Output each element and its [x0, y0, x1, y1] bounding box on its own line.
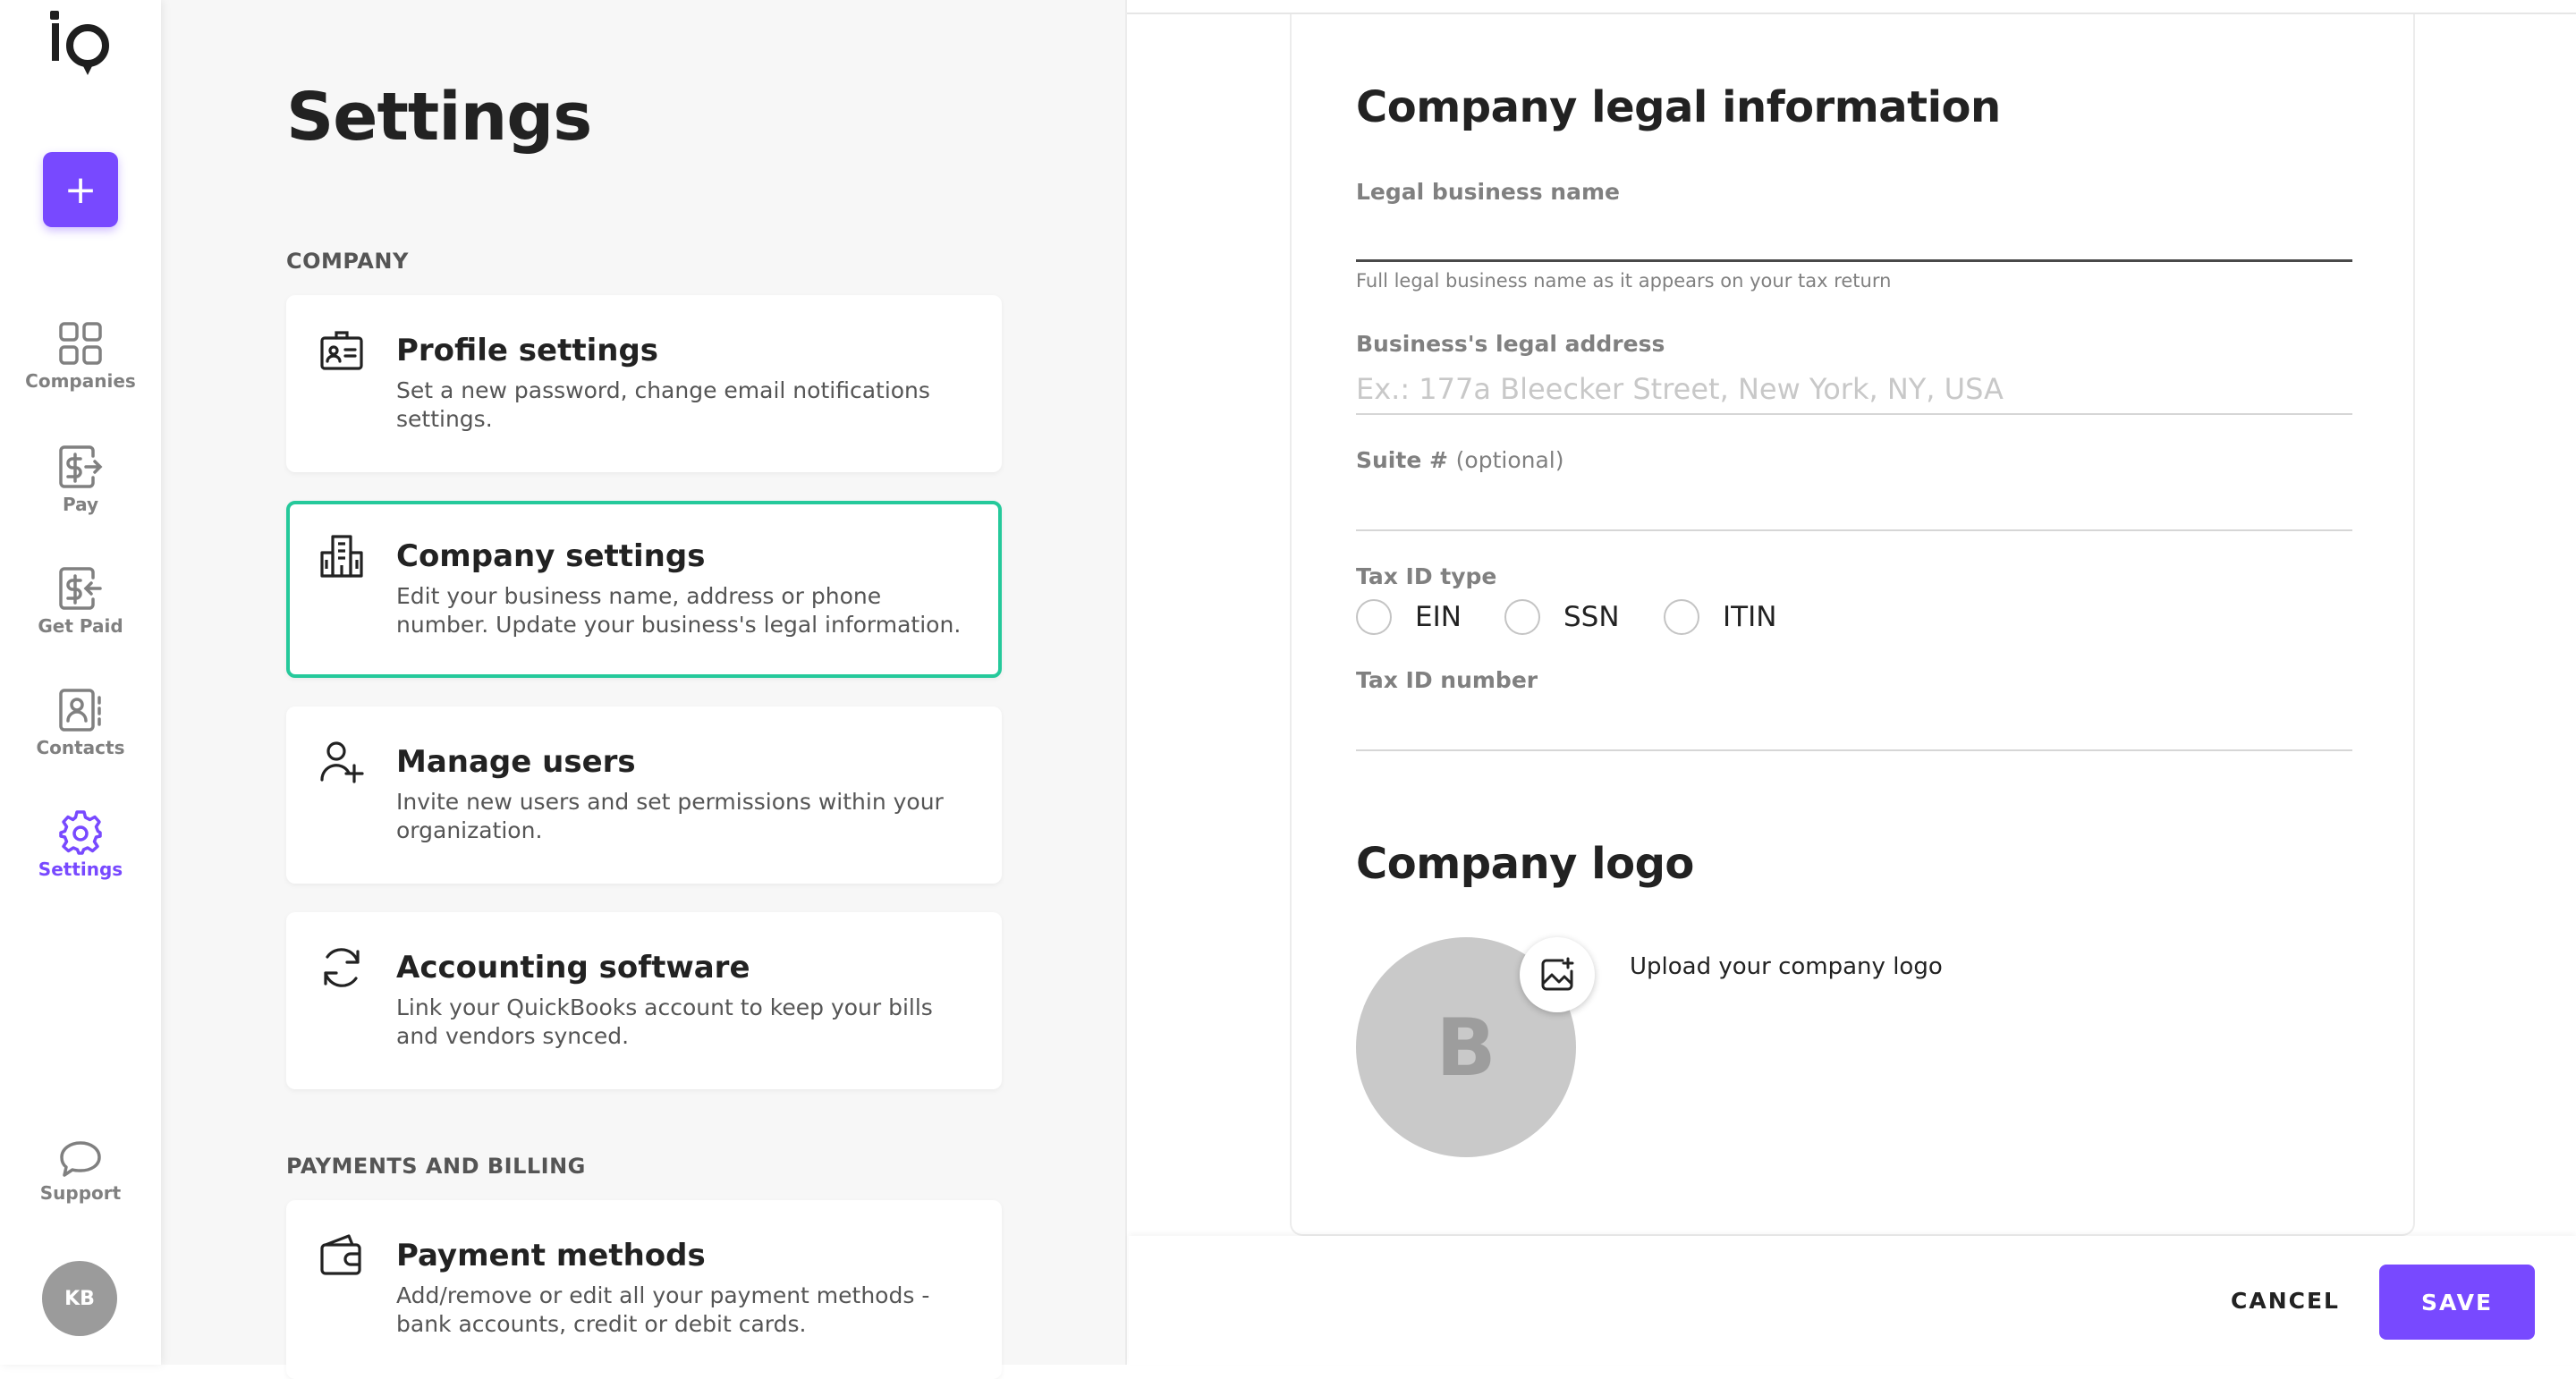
- nav-item-companies[interactable]: Companies: [0, 320, 161, 392]
- upload-logo-text: Upload your company logo: [1630, 953, 1943, 980]
- nav-item-get-paid[interactable]: Get Paid: [0, 565, 161, 637]
- radio-label: SSN: [1563, 601, 1620, 633]
- nav-item-pay[interactable]: Pay: [0, 444, 161, 515]
- nav-label-get-paid: Get Paid: [38, 615, 123, 637]
- section-label-company: COMPANY: [286, 249, 409, 274]
- card-description: Set a new password, change email notific…: [396, 377, 930, 432]
- address-input[interactable]: [1356, 367, 2352, 411]
- card-title: Accounting software: [396, 950, 750, 986]
- company-legal-form: Company legal information Legal business…: [1290, 14, 2415, 1236]
- card-title: Payment methods: [396, 1238, 706, 1273]
- left-navigation: + Companies Pay Get Paid Contacts Settin…: [0, 0, 161, 1365]
- suite-optional-text: (optional): [1455, 447, 1564, 473]
- legal-name-label: Legal business name: [1356, 179, 1620, 205]
- save-button[interactable]: SAVE: [2379, 1265, 2535, 1340]
- address-underline: [1356, 413, 2352, 415]
- tax-id-number-label: Tax ID number: [1356, 667, 1538, 693]
- logo-initial: B: [1436, 1001, 1496, 1094]
- nav-item-contacts[interactable]: Contacts: [0, 687, 161, 758]
- cancel-button[interactable]: CANCEL: [2213, 1275, 2358, 1325]
- radio-circle[interactable]: [1664, 599, 1699, 635]
- nav-label-support: Support: [39, 1182, 122, 1204]
- radio-label: EIN: [1415, 601, 1462, 633]
- settings-card-payment-methods[interactable]: Payment methods Add/remove or edit all y…: [286, 1200, 1002, 1379]
- settings-card-profile[interactable]: Profile settings Set a new password, cha…: [286, 295, 1002, 472]
- radio-ssn[interactable]: SSN: [1504, 599, 1620, 635]
- avatar-initials: KB: [64, 1287, 95, 1310]
- chat-bubble-icon: [60, 1141, 101, 1177]
- settings-menu: Settings COMPANY Profile settings Set a …: [161, 0, 1127, 1379]
- dollar-receive-icon: [59, 567, 102, 610]
- card-title: Profile settings: [396, 333, 659, 368]
- card-description: Link your QuickBooks account to keep you…: [396, 994, 933, 1049]
- section-label-payments: PAYMENTS AND BILLING: [286, 1154, 586, 1179]
- radio-circle[interactable]: [1504, 599, 1540, 635]
- nav-item-settings[interactable]: Settings: [0, 808, 161, 880]
- contact-book-icon: [59, 689, 101, 732]
- nav-label-contacts: Contacts: [36, 737, 125, 758]
- radio-ein[interactable]: EIN: [1356, 599, 1462, 635]
- card-description: Invite new users and set permissions wit…: [396, 789, 944, 843]
- suite-underline: [1356, 529, 2352, 531]
- nav-label-companies: Companies: [25, 370, 136, 392]
- tax-id-number-underline: [1356, 749, 2352, 751]
- nav-label-settings: Settings: [38, 859, 123, 880]
- card-title: Manage users: [396, 744, 636, 780]
- settings-card-company[interactable]: Company settings Edit your business name…: [286, 501, 1002, 678]
- settings-card-accounting[interactable]: Accounting software Link your QuickBooks…: [286, 912, 1002, 1089]
- new-button[interactable]: +: [43, 152, 118, 227]
- sync-icon: [324, 948, 360, 987]
- nav-label-pay: Pay: [62, 494, 99, 515]
- legal-name-helper: Full legal business name as it appears o…: [1356, 270, 1892, 292]
- nav-item-support[interactable]: Support: [0, 1139, 161, 1204]
- grid-icon: [59, 322, 102, 365]
- radio-label: ITIN: [1723, 601, 1777, 633]
- add-image-icon: [1541, 957, 1574, 991]
- io-logo[interactable]: [45, 7, 120, 82]
- tax-id-number-input[interactable]: [1356, 703, 2352, 748]
- suite-label: Suite # (optional): [1356, 447, 1563, 473]
- form-title: Company legal information: [1356, 82, 2001, 132]
- form-footer: CANCEL SAVE: [1129, 1236, 2576, 1365]
- id-card-icon: [320, 331, 363, 370]
- radio-circle[interactable]: [1356, 599, 1392, 635]
- settings-card-manage-users[interactable]: Manage users Invite new users and set pe…: [286, 706, 1002, 884]
- radio-itin[interactable]: ITIN: [1664, 599, 1776, 635]
- page-title: Settings: [286, 79, 592, 156]
- plus-icon: +: [64, 166, 97, 213]
- add-user-icon: [320, 741, 364, 783]
- tax-id-type-label: Tax ID type: [1356, 563, 1497, 589]
- legal-name-underline: [1356, 259, 2352, 262]
- dollar-send-icon: [59, 445, 103, 488]
- company-logo-title: Company logo: [1356, 839, 1694, 889]
- building-icon: [320, 535, 363, 578]
- user-avatar[interactable]: KB: [42, 1261, 117, 1336]
- gear-icon: [59, 810, 102, 855]
- card-description: Add/remove or edit all your payment meth…: [396, 1282, 930, 1337]
- card-title: Company settings: [396, 538, 706, 574]
- card-description: Edit your business name, address or phon…: [396, 583, 962, 638]
- upload-logo-button[interactable]: [1520, 937, 1595, 1012]
- suite-input[interactable]: [1356, 483, 2352, 528]
- wallet-icon: [320, 1234, 361, 1275]
- suite-label-text: Suite #: [1356, 447, 1448, 473]
- address-label: Business's legal address: [1356, 331, 1665, 357]
- legal-name-input[interactable]: [1356, 213, 2352, 258]
